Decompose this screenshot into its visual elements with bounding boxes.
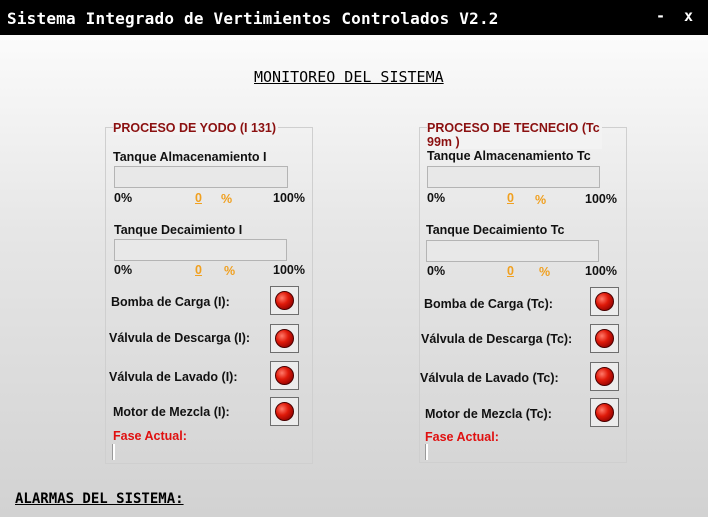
technetium-pump-label: Bomba de Carga (Tc): xyxy=(424,297,553,311)
iodine-discharge-valve-indicator[interactable] xyxy=(270,324,299,353)
iodine-group-title: PROCESO DE YODO (I 131) xyxy=(113,121,279,135)
iodine-decay-label: Tanque Decaimiento I xyxy=(114,223,243,237)
window-title: Sistema Integrado de Vertimientos Contro… xyxy=(7,9,499,28)
iodine-mixer-label: Motor de Mezcla (I): xyxy=(113,405,230,419)
iodine-discharge-valve-label: Válvula de Descarga (I): xyxy=(109,331,251,345)
iodine-storage-value: 0 xyxy=(195,191,202,205)
technetium-decay-value: 0 xyxy=(507,264,514,278)
iodine-wash-valve-label: Válvula de Lavado (I): xyxy=(109,370,238,384)
red-led-icon xyxy=(595,292,614,311)
technetium-decay-label: Tanque Decaimiento Tc xyxy=(426,223,565,237)
iodine-phase-label: Fase Actual: xyxy=(113,429,187,443)
red-led-icon xyxy=(275,291,294,310)
technetium-decay-unit: % xyxy=(539,265,551,279)
technetium-group-title: PROCESO DE TECNECIO (Tc 99m ) xyxy=(427,121,602,149)
technetium-storage-min: 0% xyxy=(427,191,446,205)
technetium-mixer-label: Motor de Mezcla (Tc): xyxy=(425,407,552,421)
technetium-wash-valve-indicator[interactable] xyxy=(590,362,619,391)
technetium-pump-indicator[interactable] xyxy=(590,287,619,316)
technetium-storage-label: Tanque Almacenamiento Tc xyxy=(427,149,591,163)
iodine-decay-unit: % xyxy=(224,264,236,278)
iodine-storage-max: 100% xyxy=(273,191,305,205)
technetium-mixer-indicator[interactable] xyxy=(590,398,619,427)
iodine-wash-valve-indicator[interactable] xyxy=(270,361,299,390)
iodine-decay-value: 0 xyxy=(195,263,202,277)
technetium-storage-unit: % xyxy=(535,193,547,207)
alarms-title: ALARMAS DEL SISTEMA: xyxy=(15,491,184,507)
technetium-decay-min: 0% xyxy=(427,264,446,278)
title-bar: Sistema Integrado de Vertimientos Contro… xyxy=(0,0,708,35)
red-led-icon xyxy=(595,403,614,422)
technetium-group-title-line2: 99m ) xyxy=(427,135,460,149)
page-title: MONITOREO DEL SISTEMA xyxy=(254,68,444,86)
iodine-storage-min: 0% xyxy=(114,191,133,205)
technetium-phase-label: Fase Actual: xyxy=(425,430,499,444)
red-led-icon xyxy=(595,367,614,386)
close-button[interactable]: x xyxy=(684,7,693,25)
technetium-phase-field xyxy=(425,444,428,460)
iodine-pump-indicator[interactable] xyxy=(270,286,299,315)
iodine-phase-field xyxy=(112,444,115,460)
red-led-icon xyxy=(275,329,294,348)
iodine-storage-progress-bar xyxy=(114,166,288,188)
red-led-icon xyxy=(275,402,294,421)
minimize-button[interactable]: - xyxy=(656,7,665,25)
red-led-icon xyxy=(595,329,614,348)
iodine-storage-label: Tanque Almacenamiento I xyxy=(113,150,267,164)
red-led-icon xyxy=(275,366,294,385)
technetium-storage-max: 100% xyxy=(585,192,617,206)
technetium-decay-progress-bar xyxy=(426,240,599,262)
iodine-pump-label: Bomba de Carga (I): xyxy=(111,295,230,309)
technetium-group-title-line1: PROCESO DE TECNECIO (Tc xyxy=(427,121,600,135)
iodine-decay-min: 0% xyxy=(114,263,133,277)
technetium-decay-max: 100% xyxy=(585,264,617,278)
iodine-mixer-indicator[interactable] xyxy=(270,397,299,426)
technetium-storage-progress-bar xyxy=(427,166,600,188)
technetium-discharge-valve-label: Válvula de Descarga (Tc): xyxy=(421,332,573,346)
technetium-wash-valve-label: Válvula de Lavado (Tc): xyxy=(420,371,559,385)
iodine-storage-unit: % xyxy=(221,192,233,206)
technetium-discharge-valve-indicator[interactable] xyxy=(590,324,619,353)
iodine-decay-max: 100% xyxy=(273,263,305,277)
technetium-storage-value: 0 xyxy=(507,191,514,205)
iodine-decay-progress-bar xyxy=(114,239,287,261)
